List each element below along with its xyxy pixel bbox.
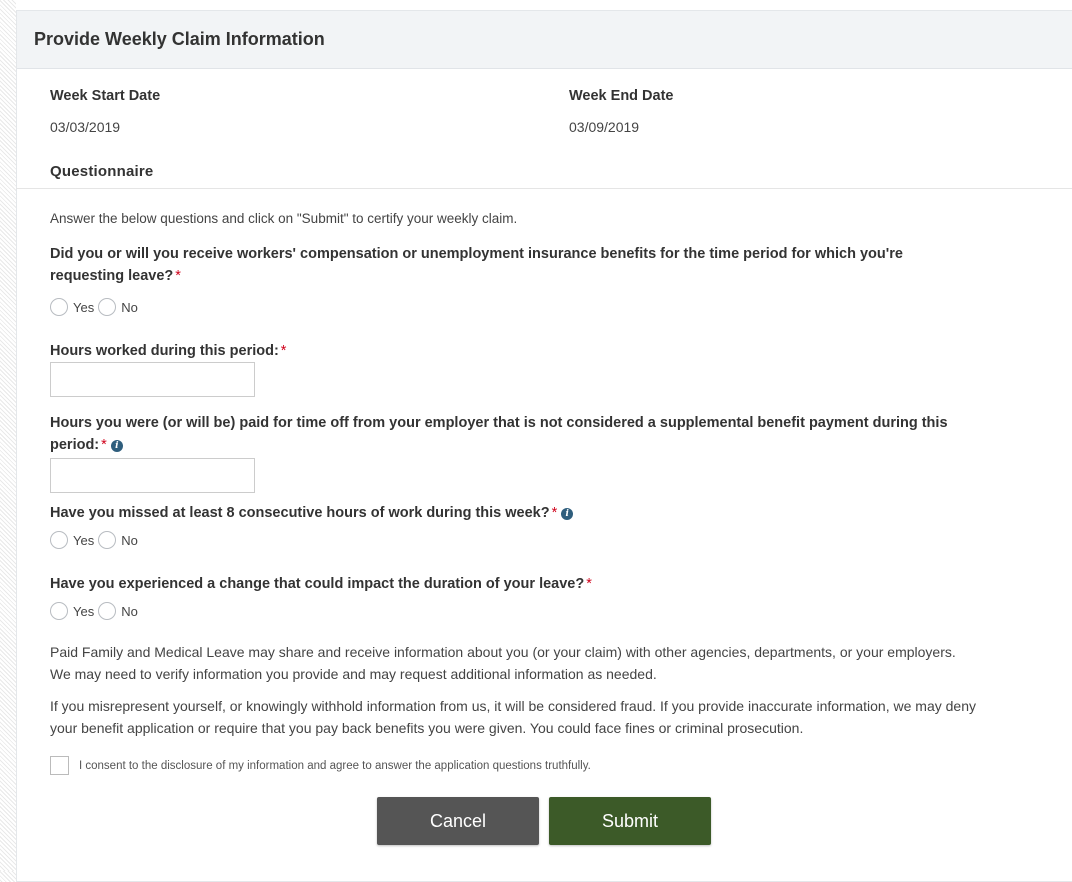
required-marker: * <box>280 343 287 359</box>
no-label: No <box>121 299 138 315</box>
required-marker: * <box>586 576 592 592</box>
benefits-no-radio[interactable] <box>98 298 117 316</box>
week-end-value: 03/09/2019 <box>569 119 640 135</box>
consent-label: I consent to the disclosure of my inform… <box>79 759 591 772</box>
question-benefits: Did you or will you receive workers' com… <box>50 243 970 287</box>
leave-change-yes-radio[interactable] <box>50 602 68 620</box>
fraud-warning-paragraph: If you misrepresent yourself, or knowing… <box>50 698 976 736</box>
yes-label: Yes <box>73 603 95 619</box>
cancel-button[interactable]: Cancel <box>377 797 539 845</box>
questionnaire-title: Questionnaire <box>50 163 154 180</box>
disclosure-paragraph: Paid Family and Medical Leave may share … <box>50 644 956 682</box>
panel-header: Provide Weekly Claim Information <box>17 11 1072 69</box>
required-marker: * <box>551 505 558 521</box>
question-missed-hours-text: Have you missed at least 8 consecutive h… <box>50 505 550 521</box>
hours-worked-input[interactable] <box>50 362 255 397</box>
leave-change-no-radio[interactable] <box>98 602 117 620</box>
question-leave-change: Have you experienced a change that could… <box>50 573 970 595</box>
question-leave-change-text: Have you experienced a change that could… <box>50 576 585 592</box>
question-leave-change-options: Yes No <box>50 602 138 620</box>
page-title: Provide Weekly Claim Information <box>34 29 325 49</box>
required-marker: * <box>101 437 107 453</box>
benefits-yes-radio[interactable] <box>50 298 68 316</box>
info-icon[interactable]: i <box>561 508 574 520</box>
question-hours-worked: Hours worked during this period: * <box>50 340 970 362</box>
info-icon[interactable]: i <box>110 440 123 452</box>
question-missed-hours: Have you missed at least 8 consecutive h… <box>50 502 970 524</box>
required-marker: * <box>175 268 181 284</box>
week-end-label: Week End Date <box>569 88 674 104</box>
question-benefits-options: Yes No <box>50 298 138 316</box>
hours-paid-input[interactable] <box>50 458 255 493</box>
missed-hours-yes-radio[interactable] <box>50 531 68 549</box>
missed-hours-no-radio[interactable] <box>98 531 117 549</box>
questionnaire-intro: Answer the below questions and click on … <box>50 211 518 226</box>
question-missed-hours-options: Yes No <box>50 531 138 549</box>
consent-row: I consent to the disclosure of my inform… <box>50 756 591 775</box>
section-divider <box>16 188 1072 189</box>
submit-button[interactable]: Submit <box>549 797 711 845</box>
week-start-label: Week Start Date <box>50 88 161 104</box>
consent-checkbox[interactable] <box>50 756 69 775</box>
no-label: No <box>121 532 138 548</box>
question-hours-worked-text: Hours worked during this period: <box>50 343 279 359</box>
yes-label: Yes <box>73 532 95 548</box>
week-start-value: 03/03/2019 <box>50 119 121 135</box>
yes-label: Yes <box>73 299 95 315</box>
question-hours-paid: Hours you were (or will be) paid for tim… <box>50 412 970 456</box>
no-label: No <box>121 603 138 619</box>
question-hours-paid-text: Hours you were (or will be) paid for tim… <box>50 415 948 453</box>
